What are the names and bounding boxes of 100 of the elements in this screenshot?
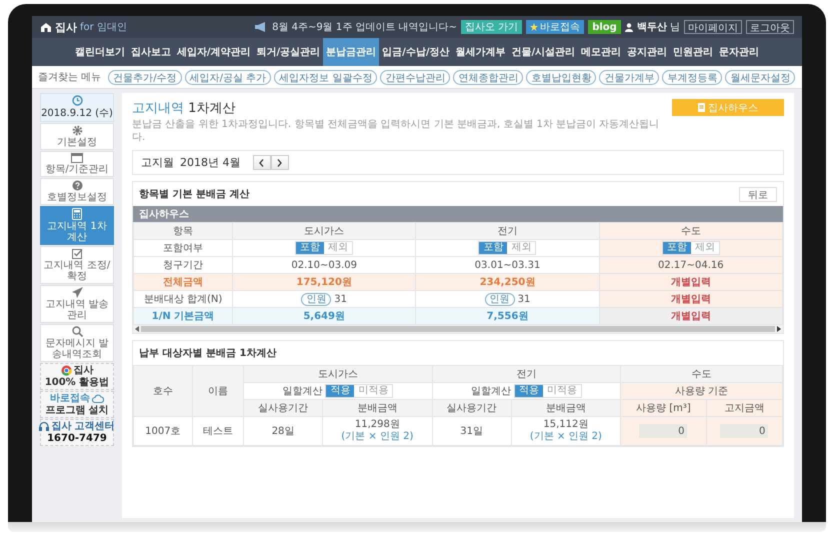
next-month-button[interactable] [270, 155, 288, 170]
favorite-link[interactable]: 호별납입현황 [526, 70, 596, 84]
blog-button[interactable]: blog [588, 20, 621, 34]
calculator-icon [72, 208, 82, 220]
promo-subtitle: 1670-7479 [47, 432, 107, 444]
column-header: 수도 [599, 222, 782, 240]
toggle-option[interactable]: 적용 [326, 385, 354, 397]
toggle-option[interactable]: 포함 [296, 242, 324, 254]
previous-month-button[interactable] [252, 155, 270, 170]
month-value: 2018년 4월 [180, 155, 240, 170]
page-title: 고지내역 1차계산 [132, 100, 236, 117]
cloud-icon [92, 394, 104, 404]
nav-tab[interactable]: 세입자/계약관리 [174, 38, 254, 66]
amount-formula: (기본 × 인원 2) [340, 431, 414, 443]
sidebar-item[interactable]: 고지내역 발송관리 [40, 285, 114, 323]
toggle-option[interactable]: 포함 [479, 242, 508, 254]
promo-banner[interactable]: 집사 100% 활용법 [40, 363, 114, 390]
count-value: 31 [334, 294, 348, 304]
nav-tab[interactable]: 분납금관리 [323, 38, 380, 66]
promo-subtitle: 100% 활용법 [44, 376, 110, 388]
horizontal-scrollbar[interactable] [133, 325, 783, 333]
gear-icon [72, 125, 82, 136]
star-icon [530, 23, 538, 31]
count-value: 31 [518, 294, 530, 304]
card-title: 항목별 기본 분배금 계산 [139, 188, 250, 201]
table-cell: 02.17~04.16 [599, 256, 782, 274]
number-field[interactable]: 0 [720, 424, 768, 438]
checkbox-icon [72, 248, 82, 259]
sidebar-item[interactable]: 고지내역 1차계산 [40, 206, 114, 245]
date-text: 2018.9.12 (수) [41, 107, 113, 120]
clock-icon [72, 95, 82, 106]
favorite-link[interactable]: 건물가계부 [599, 70, 660, 84]
favorite-link[interactable]: 간편수납관리 [380, 70, 450, 84]
sidebar-item[interactable]: 항목/기준관리 [40, 151, 114, 177]
chevron-left-icon [259, 158, 264, 166]
sidebar-item[interactable]: 고지내역 조정/확정 [40, 246, 114, 284]
amount-value: 15,112원 [542, 419, 590, 431]
window-icon [71, 153, 83, 163]
column-header: 고지금액 [706, 400, 782, 416]
number-field[interactable]: 0 [639, 424, 688, 438]
column-header: 사용량 [m³] [620, 400, 706, 416]
table-cell: 사용량 기준 [620, 382, 782, 400]
column-header: 호수 [134, 366, 192, 416]
nav-tab[interactable]: 입금/수납/정산 [379, 38, 452, 66]
nav-tab[interactable]: 공지관리 [624, 38, 670, 66]
logo-text: 집사 [55, 20, 77, 34]
count-tag: 인원 [484, 292, 515, 306]
back-button[interactable]: 뒤로 [739, 186, 777, 202]
amount-formula: (기본 × 인원 2) [528, 431, 603, 443]
headset-icon [39, 422, 50, 432]
header-link[interactable]: 로그아웃 [746, 20, 794, 34]
nav-tab[interactable]: 캘린더보기 [72, 38, 128, 66]
group-header: 집사하우스 [133, 206, 783, 222]
table-cell: 1007호 [134, 416, 192, 446]
promo-banner[interactable]: 바로접속 프로그램 설치 [40, 391, 114, 418]
nav-tab[interactable]: 문자관리 [716, 38, 762, 66]
column-header: 전기 [432, 366, 621, 382]
quick-access-button[interactable]: 바로접속 [526, 20, 584, 34]
row-header: 포함여부 [134, 240, 232, 256]
nav-tab[interactable]: 퇴거/공실관리 [254, 38, 324, 66]
column-header: 분배금액 [322, 400, 432, 416]
favorite-link[interactable]: 세입자/공실 추가 [184, 70, 272, 84]
user-icon [624, 22, 633, 32]
favorite-link[interactable]: 연체종합관리 [453, 70, 524, 84]
column-header: 실사용기간 [432, 400, 512, 416]
nav-tab[interactable]: 월세가계부 [452, 38, 508, 66]
table-cell: 234,250원 [416, 274, 600, 290]
column-header: 전기 [416, 222, 600, 240]
sidebar-item[interactable]: 기본설정 [40, 123, 114, 150]
amount-value: 11,298원 [354, 419, 401, 431]
table-cell: 개별입력 [599, 308, 782, 324]
nav-tab[interactable]: 민원관리 [670, 38, 716, 66]
column-header: 실사용기간 [244, 400, 323, 416]
favorite-link[interactable]: 세입자정보 일괄수정 [274, 70, 378, 84]
favorite-link[interactable]: 건물추가/수정 [108, 70, 182, 84]
header-link[interactable]: 마이페이지 [684, 20, 742, 34]
setting-label: 일할계산 [282, 385, 322, 398]
nav-tab[interactable]: 집사보고 [128, 38, 174, 66]
toggle-option[interactable]: 포함 [662, 242, 691, 254]
sidebar-item[interactable]: 문자메시지 발송내역조회 [40, 324, 114, 362]
document-icon [698, 103, 705, 112]
toggle-option[interactable]: 적용 [514, 385, 543, 397]
user-name: 백두산 님 [636, 21, 680, 34]
promo-subtitle: 프로그램 설치 [45, 404, 109, 416]
promo-banner[interactable]: 집사 고객센터 1670-7479 [40, 419, 114, 446]
count-tag: 인원 [301, 292, 332, 306]
table-cell: 28일 [244, 416, 323, 446]
favorite-link[interactable]: 월세문자설정 [725, 70, 796, 84]
browser-icon [60, 365, 72, 376]
nav-tab[interactable]: 메모관리 [578, 38, 624, 66]
column-header: 이름 [192, 366, 244, 416]
nav-tab[interactable]: 건물/시설관리 [508, 38, 578, 66]
column-header: 분배금액 [511, 400, 621, 416]
help-icon [72, 180, 82, 191]
sidebar-item[interactable]: 호별정보설정 [40, 178, 114, 205]
update-notice[interactable]: 8월 4주~9월 1주 업데이트 내역입니다~ [272, 20, 457, 34]
favorites-label: 즐겨찾는 메뉴 [38, 71, 102, 84]
page-description: 분납금 산출을 위한 1차과정입니다. 항목별 전체금액을 입력하시면 기본 분배금과, 호실별 1차 분납금이 자동계산됩니다. [132, 119, 660, 144]
favorite-link[interactable]: 부계정등록 [662, 70, 722, 84]
chevron-right-icon [277, 158, 282, 166]
